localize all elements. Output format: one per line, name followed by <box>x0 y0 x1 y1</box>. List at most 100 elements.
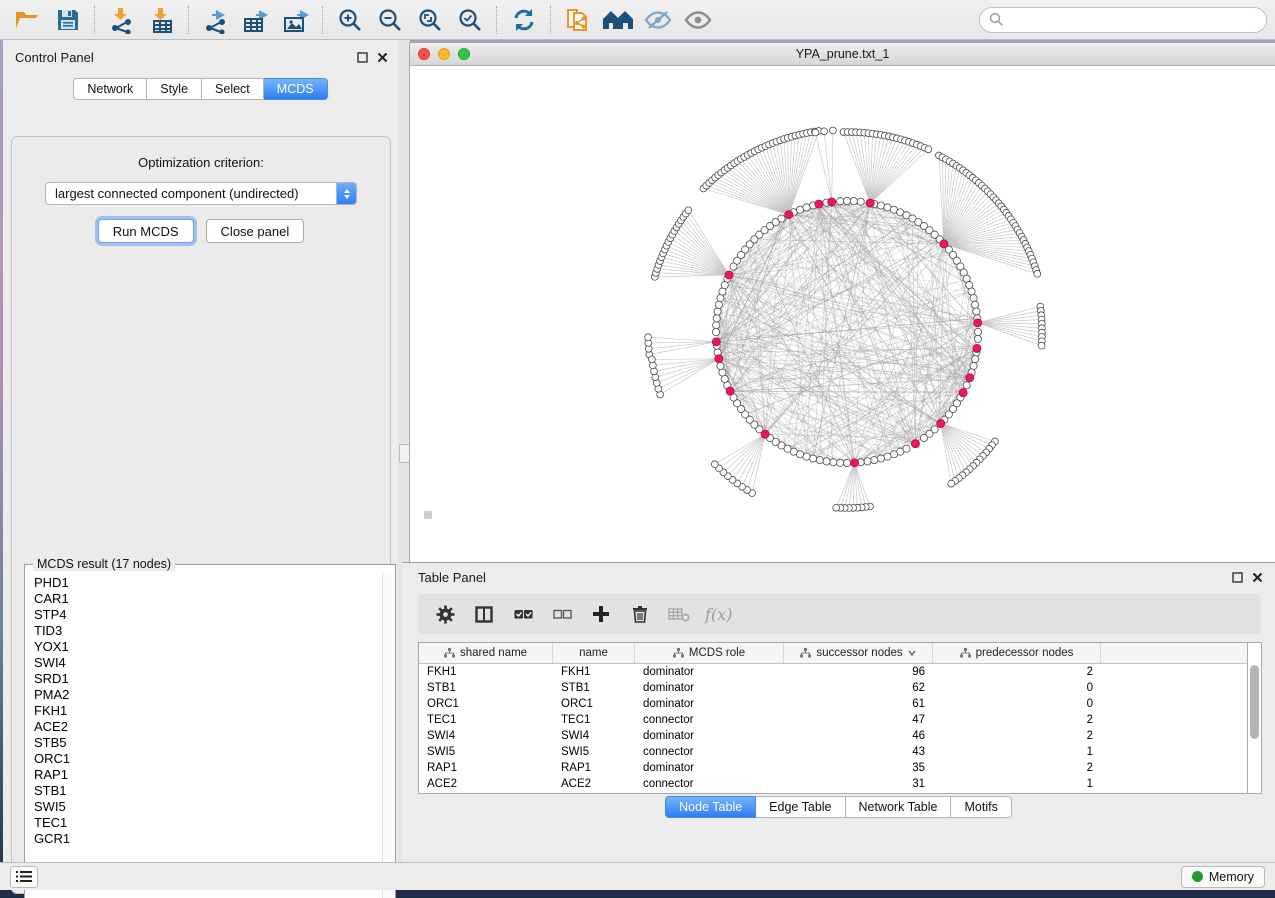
mcds-list-item[interactable]: TID3 <box>34 623 383 639</box>
first-neighbors-button[interactable] <box>598 3 638 37</box>
mcds-list-item[interactable]: SRD1 <box>34 671 383 687</box>
network-splitter-grip[interactable] <box>424 511 432 519</box>
mcds-node[interactable] <box>959 389 967 397</box>
import-table-button[interactable] <box>142 3 182 37</box>
refresh-view-button[interactable] <box>504 3 544 37</box>
mcds-node[interactable] <box>974 319 982 327</box>
mcds-node[interactable] <box>851 459 859 467</box>
float-panel-icon[interactable] <box>357 52 368 63</box>
mcds-list-item[interactable]: PHD1 <box>34 575 383 591</box>
import-network-button[interactable] <box>102 3 142 37</box>
mcds-list-item[interactable]: SWI5 <box>34 799 383 815</box>
save-icon <box>56 8 80 32</box>
mcds-list-item[interactable]: CAR1 <box>34 591 383 607</box>
mcds-list-item[interactable]: TEC1 <box>34 815 383 831</box>
search-input[interactable] <box>1004 12 1257 28</box>
mcds-list-item[interactable]: ORC1 <box>34 751 383 767</box>
mcds-node[interactable] <box>940 240 948 248</box>
mcds-node[interactable] <box>815 200 823 208</box>
table-row[interactable]: SWI4SWI4dominator462 <box>419 728 1261 744</box>
table-row[interactable]: SWI5SWI5connector431 <box>419 744 1261 760</box>
column-header-name[interactable]: name <box>553 643 635 663</box>
show-all-button[interactable] <box>678 3 718 37</box>
mcds-node[interactable] <box>828 198 836 206</box>
mcds-list-item[interactable]: YOX1 <box>34 639 383 655</box>
add-column-button[interactable] <box>588 600 614 628</box>
deselect-all-rows-button[interactable] <box>549 600 575 628</box>
tab-network[interactable]: Network <box>73 78 147 100</box>
mcds-list-item[interactable]: STB1 <box>34 783 383 799</box>
export-table-button[interactable] <box>236 3 276 37</box>
export-image-button[interactable] <box>276 3 316 37</box>
table-scrollbar-thumb[interactable] <box>1250 665 1259 739</box>
column-header-predecessor-nodes[interactable]: predecessor nodes <box>933 643 1101 663</box>
mcds-list-item[interactable]: STP4 <box>34 607 383 623</box>
function-builder-button[interactable]: f(x) <box>705 605 732 624</box>
table-row[interactable]: ORC1ORC1dominator610 <box>419 696 1261 712</box>
tab-edge-table[interactable]: Edge Table <box>756 796 845 818</box>
mcds-node[interactable] <box>911 440 919 448</box>
open-file-button[interactable] <box>8 3 48 37</box>
show-panels-button[interactable] <box>10 866 38 888</box>
mcds-node[interactable] <box>785 211 793 219</box>
table-row[interactable]: FKH1FKH1dominator962 <box>419 664 1261 680</box>
duplicate-network-button[interactable] <box>558 3 598 37</box>
network-canvas[interactable] <box>410 66 1275 563</box>
close-panel-icon[interactable] <box>377 52 388 63</box>
mcds-list-item[interactable]: FKH1 <box>34 703 383 719</box>
select-all-rows-button[interactable] <box>510 600 536 628</box>
mcds-list-item[interactable]: SWI4 <box>34 655 383 671</box>
delete-column-button[interactable] <box>627 600 653 628</box>
table-row[interactable]: YOX1YOX1connector291 <box>419 792 1261 793</box>
column-header-mcds-role[interactable]: MCDS role <box>635 643 784 663</box>
memory-button[interactable]: Memory <box>1181 866 1265 888</box>
mcds-list-item[interactable]: ACE2 <box>34 719 383 735</box>
column-header-shared-name[interactable]: shared name <box>419 643 553 663</box>
tab-node-table[interactable]: Node Table <box>665 796 756 818</box>
mcds-node[interactable] <box>726 387 734 395</box>
column-visibility-button[interactable] <box>471 600 497 628</box>
zoom-fit-button[interactable] <box>410 3 450 37</box>
float-panel-icon[interactable] <box>1232 572 1243 583</box>
mcds-node[interactable] <box>937 419 945 427</box>
network-titlebar[interactable]: YPA_prune.txt_1 <box>410 43 1275 66</box>
mcds-list-item[interactable]: RAP1 <box>34 767 383 783</box>
table-scrollbar[interactable] <box>1247 642 1262 794</box>
mcds-node[interactable] <box>866 199 874 207</box>
mcds-list-item[interactable]: PMA2 <box>34 687 383 703</box>
hide-selected-button[interactable] <box>638 3 678 37</box>
tab-motifs[interactable]: Motifs <box>951 796 1011 818</box>
table-row[interactable]: RAP1RAP1dominator352 <box>419 760 1261 776</box>
delete-table-button[interactable] <box>666 600 692 628</box>
criterion-select[interactable]: largest connected component (undirected) <box>45 182 357 205</box>
mcds-node[interactable] <box>966 374 974 382</box>
mcds-list-item[interactable]: STB5 <box>34 735 383 751</box>
export-network-button[interactable] <box>196 3 236 37</box>
zoom-selected-button[interactable] <box>450 3 490 37</box>
save-session-button[interactable] <box>48 3 88 37</box>
mcds-result-list[interactable]: PHD1CAR1STP4TID3YOX1SWI4SRD1PMA2FKH1ACE2… <box>26 573 383 898</box>
column-header-successor-nodes[interactable]: successor nodes <box>784 643 933 663</box>
mcds-list-item[interactable]: GCR1 <box>34 831 383 847</box>
mcds-node[interactable] <box>712 338 720 346</box>
mcds-node[interactable] <box>761 430 769 438</box>
table-row[interactable]: ACE2ACE2connector311 <box>419 776 1261 792</box>
zoom-out-button[interactable] <box>370 3 410 37</box>
tab-select[interactable]: Select <box>202 78 264 100</box>
mcds-node[interactable] <box>715 355 723 363</box>
run-mcds-button[interactable]: Run MCDS <box>98 219 194 243</box>
table-settings-button[interactable] <box>432 600 458 628</box>
table-row[interactable]: STB1STB1dominator620 <box>419 680 1261 696</box>
table-cell: STB1 <box>419 682 553 694</box>
network-graph[interactable] <box>410 66 1274 563</box>
close-panel-button[interactable]: Close panel <box>206 219 305 243</box>
table-row[interactable]: TEC1TEC1connector472 <box>419 712 1261 728</box>
mcds-node[interactable] <box>973 344 981 352</box>
zoom-in-button[interactable] <box>330 3 370 37</box>
tab-network-table[interactable]: Network Table <box>846 796 952 818</box>
tab-style[interactable]: Style <box>147 78 202 100</box>
mcds-list-scrollbar[interactable] <box>382 573 394 898</box>
mcds-node[interactable] <box>725 271 733 279</box>
close-panel-icon[interactable] <box>1252 572 1263 583</box>
tab-mcds[interactable]: MCDS <box>264 78 328 100</box>
